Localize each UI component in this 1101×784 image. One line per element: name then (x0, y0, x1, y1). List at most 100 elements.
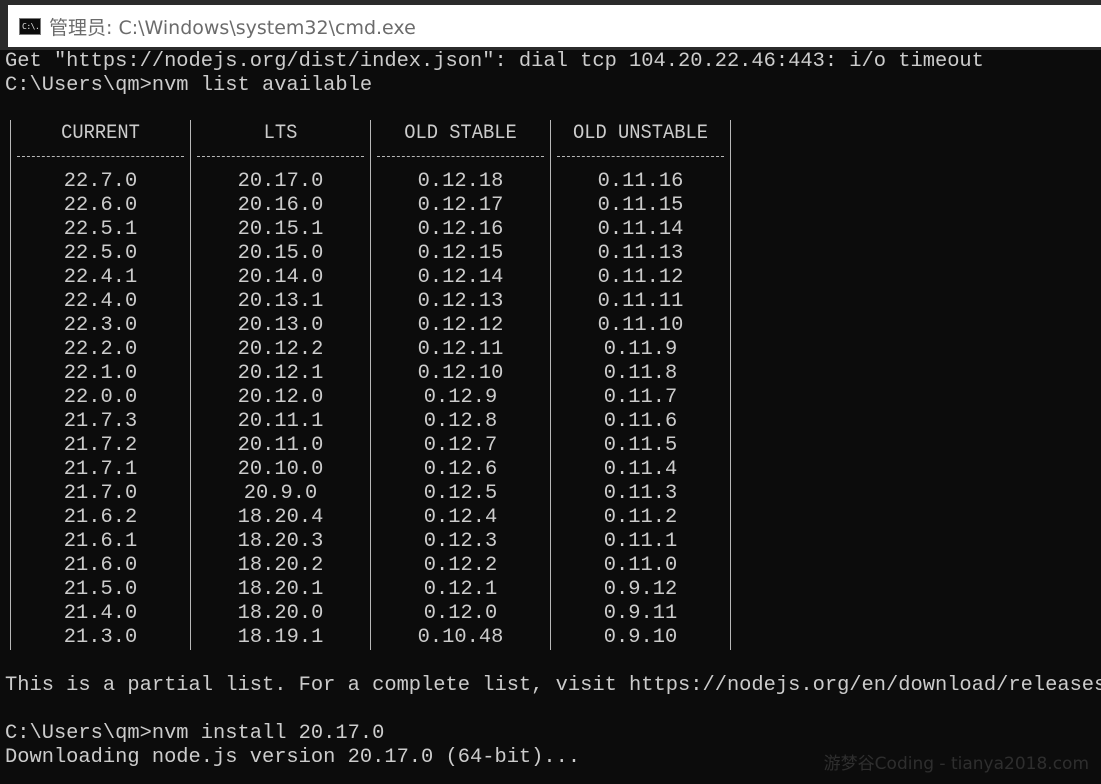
cmd-icon: C:\. (19, 17, 41, 35)
version-cell-lts: 20.12.1 (237, 362, 324, 385)
version-cell-current: 22.2.0 (63, 338, 138, 361)
watermark: 游梦谷Coding - tianya2018.com (823, 754, 1089, 774)
version-cell-old-unstable: 0.11.10 (597, 314, 684, 337)
version-cell-old-unstable: 0.11.9 (603, 338, 678, 361)
version-cell-old-stable: 0.12.18 (417, 170, 504, 193)
window-title: 管理员: C:\Windows\system32\cmd.exe (49, 16, 416, 39)
version-cell-lts: 20.14.0 (237, 266, 324, 289)
version-cell-old-stable: 0.12.7 (423, 434, 498, 457)
version-cell-old-unstable: 0.11.4 (603, 458, 678, 481)
version-cell-current: 22.3.0 (63, 314, 138, 337)
header-separator-2 (197, 156, 364, 157)
prompt-line-install: C:\Users\qm>nvm install 20.17.0 (5, 722, 385, 745)
version-cell-lts: 20.13.0 (237, 314, 324, 337)
version-cell-lts: 20.12.2 (237, 338, 324, 361)
version-cell-current: 21.7.0 (63, 482, 138, 505)
version-cell-old-unstable: 0.11.3 (603, 482, 678, 505)
version-cell-lts: 20.15.1 (237, 218, 324, 241)
downloading-line: Downloading node.js version 20.17.0 (64-… (5, 746, 581, 769)
version-cell-old-unstable: 0.11.2 (603, 506, 678, 529)
version-cell-old-stable: 0.12.16 (417, 218, 504, 241)
version-cell-old-unstable: 0.9.10 (603, 626, 678, 649)
version-cell-lts: 18.20.1 (237, 578, 324, 601)
version-cell-current: 22.5.1 (63, 218, 138, 241)
version-cell-old-stable: 0.12.0 (423, 602, 498, 625)
version-cell-current: 22.6.0 (63, 194, 138, 217)
version-cell-lts: 20.15.0 (237, 242, 324, 265)
version-cell-old-unstable: 0.11.13 (597, 242, 684, 265)
version-cell-old-unstable: 0.11.15 (597, 194, 684, 217)
prompt-line-list: C:\Users\qm>nvm list available (5, 74, 373, 97)
version-cell-old-stable: 0.12.6 (423, 458, 498, 481)
version-cell-old-stable: 0.12.11 (417, 338, 504, 361)
version-cell-old-stable: 0.12.9 (423, 386, 498, 409)
console-output[interactable]: Get "https://nodejs.org/dist/index.json"… (5, 50, 1101, 784)
version-cell-old-stable: 0.12.17 (417, 194, 504, 217)
version-cell-old-unstable: 0.11.0 (603, 554, 678, 577)
version-cell-current: 22.7.0 (63, 170, 138, 193)
version-cell-current: 21.7.3 (63, 410, 138, 433)
version-cell-lts: 20.9.0 (243, 482, 318, 505)
header-old-stable: OLD STABLE (404, 122, 517, 145)
version-cell-lts: 18.20.3 (237, 530, 324, 553)
version-cell-old-unstable: 0.11.1 (603, 530, 678, 553)
version-cell-lts: 18.20.2 (237, 554, 324, 577)
version-cell-current: 22.5.0 (63, 242, 138, 265)
version-cell-old-stable: 0.12.13 (417, 290, 504, 313)
version-cell-old-unstable: 0.11.5 (603, 434, 678, 457)
error-line: Get "https://nodejs.org/dist/index.json"… (5, 50, 984, 73)
version-cell-lts: 20.16.0 (237, 194, 324, 217)
version-cell-old-unstable: 0.11.12 (597, 266, 684, 289)
version-cell-lts: 20.17.0 (237, 170, 324, 193)
version-cell-current: 22.1.0 (63, 362, 138, 385)
version-cell-old-stable: 0.12.12 (417, 314, 504, 337)
version-cell-old-stable: 0.10.48 (417, 626, 504, 649)
version-cell-current: 22.0.0 (63, 386, 138, 409)
version-cell-old-unstable: 0.11.11 (597, 290, 684, 313)
version-cell-old-stable: 0.12.5 (423, 482, 498, 505)
header-separator-1 (17, 156, 184, 157)
header-separator-4 (557, 156, 724, 157)
header-lts: LTS (263, 122, 298, 145)
version-cell-old-unstable: 0.11.14 (597, 218, 684, 241)
title-bar-inner: C:\. 管理员: C:\Windows\system32\cmd.exe (8, 5, 1101, 47)
header-current: CURRENT (61, 122, 140, 145)
version-cell-current: 21.7.2 (63, 434, 138, 457)
version-cell-lts: 18.19.1 (237, 626, 324, 649)
version-cell-current: 22.4.0 (63, 290, 138, 313)
version-cell-old-unstable: 0.11.7 (603, 386, 678, 409)
header-separator-3 (377, 156, 544, 157)
version-cell-old-stable: 0.12.4 (423, 506, 498, 529)
version-cell-current: 22.4.1 (63, 266, 138, 289)
version-cell-lts: 20.11.0 (237, 434, 324, 457)
version-cell-lts: 20.11.1 (237, 410, 324, 433)
version-cell-current: 21.6.2 (63, 506, 138, 529)
version-cell-old-unstable: 0.9.11 (603, 602, 678, 625)
version-cell-old-stable: 0.12.1 (423, 578, 498, 601)
version-cell-old-stable: 0.12.2 (423, 554, 498, 577)
title-bar[interactable]: C:\. 管理员: C:\Windows\system32\cmd.exe (0, 0, 1101, 50)
version-cell-lts: 18.20.0 (237, 602, 324, 625)
version-cell-old-stable: 0.12.10 (417, 362, 504, 385)
version-cell-lts: 20.13.1 (237, 290, 324, 313)
version-cell-old-stable: 0.12.3 (423, 530, 498, 553)
version-cell-current: 21.3.0 (63, 626, 138, 649)
version-cell-old-unstable: 0.9.12 (603, 578, 678, 601)
version-cell-lts: 20.12.0 (237, 386, 324, 409)
version-cell-old-unstable: 0.11.8 (603, 362, 678, 385)
version-cell-current: 21.7.1 (63, 458, 138, 481)
version-cell-old-stable: 0.12.14 (417, 266, 504, 289)
cmd-window: C:\. 管理员: C:\Windows\system32\cmd.exe Ge… (0, 0, 1101, 784)
partial-list-note: This is a partial list. For a complete l… (5, 674, 1101, 697)
version-cell-current: 21.4.0 (63, 602, 138, 625)
version-cell-old-stable: 0.12.15 (417, 242, 504, 265)
version-cell-current: 21.6.0 (63, 554, 138, 577)
version-cell-current: 21.5.0 (63, 578, 138, 601)
version-cell-lts: 18.20.4 (237, 506, 324, 529)
version-cell-old-unstable: 0.11.16 (597, 170, 684, 193)
header-old-unstable: OLD UNSTABLE (572, 122, 709, 145)
version-cell-current: 21.6.1 (63, 530, 138, 553)
version-cell-old-unstable: 0.11.6 (603, 410, 678, 433)
table-border-right (730, 120, 731, 650)
version-cell-lts: 20.10.0 (237, 458, 324, 481)
